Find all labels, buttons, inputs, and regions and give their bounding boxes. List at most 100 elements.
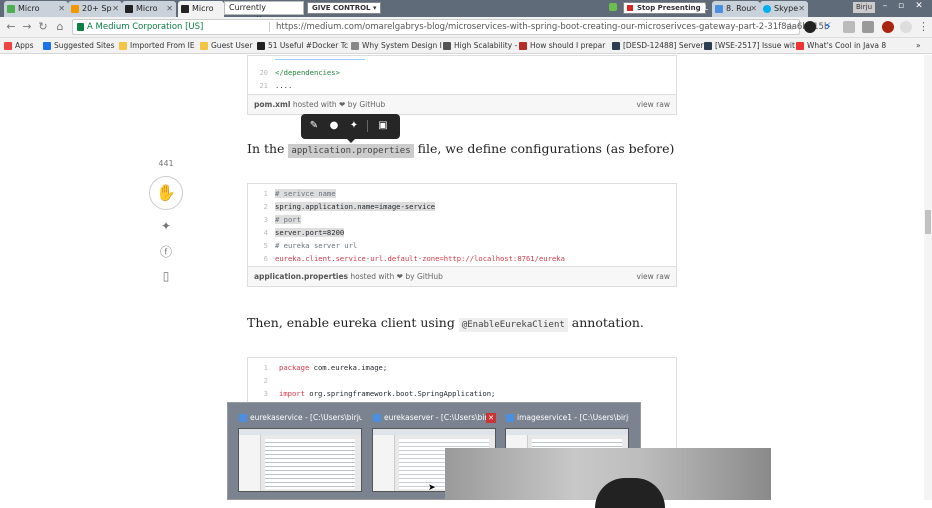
medium-icon	[181, 5, 189, 13]
forward-icon[interactable]: →	[20, 20, 34, 34]
skype-icon	[763, 5, 771, 13]
clap-count: 441	[158, 159, 174, 168]
youtube-icon	[796, 42, 804, 50]
bookmark-item[interactable]: How should I prepar	[519, 40, 605, 52]
jira-icon	[704, 42, 712, 50]
extension-icon[interactable]	[843, 21, 855, 33]
window-thumbnail	[238, 428, 362, 492]
gist-file-link[interactable]: pom.xml	[254, 100, 290, 109]
extension-icon[interactable]	[882, 21, 894, 33]
bookmarks-bar: Apps Suggested Sites Imported From IE Gu…	[0, 38, 932, 54]
view-raw-link[interactable]: view raw	[637, 95, 670, 115]
gist-file-link[interactable]: application.properties	[254, 272, 348, 281]
inline-code: @EnableEurekaClient	[458, 318, 568, 332]
bookmark-item[interactable]: What's Cool in Java 8	[796, 40, 886, 52]
thumb-editor	[265, 439, 355, 489]
bing-icon	[43, 42, 51, 50]
facebook-share-icon[interactable]: ⓕ	[150, 243, 182, 260]
extension-icon[interactable]	[804, 21, 816, 33]
divider	[269, 22, 270, 32]
tab-1[interactable]: 20+ Sp ✕	[68, 1, 122, 17]
bookmark-item[interactable]: Apps	[4, 40, 34, 52]
github-link[interactable]: GitHub	[359, 100, 385, 109]
gist-footer: application.properties hosted with ❤ by …	[248, 266, 676, 286]
quora-icon	[519, 42, 527, 50]
give-control-button[interactable]: GIVE CONTROL ▾	[307, 2, 382, 14]
folder-icon	[119, 42, 127, 50]
code-line-clipped	[275, 54, 365, 60]
star-icon[interactable]: ☆	[785, 20, 795, 33]
intellij-icon	[506, 414, 514, 422]
bookmark-item[interactable]: 51 Useful #Docker Tc	[257, 40, 348, 52]
more-bookmarks-icon[interactable]: »	[916, 40, 921, 52]
divider	[367, 120, 368, 132]
bookmark-icon[interactable]: ▯	[150, 269, 182, 283]
site-identity: A Medium Corporation [US]	[87, 22, 204, 32]
chat-icon[interactable]	[609, 3, 617, 11]
bookmark-item[interactable]: Imported From IE	[119, 40, 195, 52]
intellij-icon	[373, 414, 381, 422]
bookmark-item[interactable]: Why System Design I	[351, 40, 442, 52]
bookmark-item[interactable]: Suggested Sites	[43, 40, 115, 52]
back-icon[interactable]: ←	[4, 20, 18, 34]
paragraph: In the application.properties file, we d…	[247, 141, 675, 158]
apps-icon	[4, 42, 12, 50]
clap-button[interactable]: ✋	[149, 176, 183, 210]
menu-icon[interactable]: ⋮	[918, 21, 930, 33]
favicon-icon	[7, 5, 15, 13]
close-icon[interactable]: ✕	[58, 1, 65, 16]
lightning-icon[interactable]: ⚡	[822, 21, 834, 33]
gist-footer: pom.xml hosted with ❤ by GitHub view raw	[248, 94, 676, 114]
close-icon[interactable]: ✕	[112, 1, 119, 16]
twitter-icon[interactable]: ✦	[347, 119, 361, 133]
tab-right-1[interactable]: Skype ✕	[760, 1, 808, 17]
tab-3[interactable]: Micro	[178, 1, 224, 17]
private-note-icon[interactable]: ▣	[376, 119, 390, 133]
tab-2[interactable]: Micro ✕	[122, 1, 176, 17]
gist-pom: 20 </dependencies> 21 .... pom.xml hoste…	[247, 55, 677, 115]
scrollbar-thumb[interactable]	[925, 210, 931, 234]
inline-code: application.properties	[288, 144, 414, 158]
code-block: 20 </dependencies> 21 ....	[248, 56, 676, 95]
favicon-icon	[71, 5, 79, 13]
favicon-icon	[715, 5, 723, 13]
bookmark-icon	[351, 42, 359, 50]
webcam-silhouette	[595, 478, 665, 508]
comment-icon[interactable]: ●	[327, 119, 341, 133]
paragraph: Then, enable eureka client using @Enable…	[247, 315, 644, 332]
stop-presenting-button[interactable]: Stop Presenting	[623, 2, 706, 14]
twitter-share-icon[interactable]: ✦	[150, 219, 182, 233]
bookmark-item[interactable]: [WSE-2517] Issue wit	[704, 40, 795, 52]
url-input[interactable]: A Medium Corporation [US] https://medium…	[72, 19, 829, 35]
gist-properties: 1 # serivce name 2 spring.application.na…	[247, 183, 677, 287]
tab-right-0[interactable]: 8. Rou ✕	[712, 1, 760, 17]
bookmark-item[interactable]: High Scalability -	[443, 40, 517, 52]
reload-icon[interactable]: ↻	[36, 20, 50, 34]
github-link[interactable]: GitHub	[417, 272, 443, 281]
thumb-sidebar	[373, 435, 395, 491]
bookmark-icon	[257, 42, 265, 50]
webcam-overlay	[445, 448, 771, 508]
bookmark-item[interactable]: [DESD-12488] Server	[612, 40, 703, 52]
close-icon[interactable]: ✕	[486, 413, 496, 423]
bookmark-item[interactable]: Guest User	[200, 40, 253, 52]
folder-icon	[200, 42, 208, 50]
pin-icon[interactable]: ⊥	[702, 3, 709, 13]
close-icon[interactable]: ✕	[798, 1, 805, 16]
thumb-sidebar	[239, 435, 261, 491]
tab-0[interactable]: Micro ✕	[4, 1, 68, 17]
close-window-icon[interactable]: ✕	[908, 0, 930, 14]
extension-icon[interactable]	[862, 21, 874, 33]
scrollbar[interactable]	[924, 55, 932, 500]
bookmark-icon	[443, 42, 451, 50]
profile-badge[interactable]: Birju	[853, 2, 876, 13]
home-icon[interactable]: ⌂	[53, 20, 67, 34]
code-line: import org.springframework.boot.SpringAp…	[279, 389, 496, 398]
highlight-icon[interactable]: ✎	[307, 119, 321, 133]
stop-icon	[627, 5, 633, 11]
window-preview[interactable]: eurekaservice - [C:\Users\birju\...	[238, 411, 362, 495]
extension-icon[interactable]	[900, 21, 912, 33]
close-icon[interactable]: ✕	[166, 1, 173, 16]
close-icon[interactable]: ✕	[750, 1, 757, 16]
view-raw-link[interactable]: view raw	[637, 267, 670, 287]
